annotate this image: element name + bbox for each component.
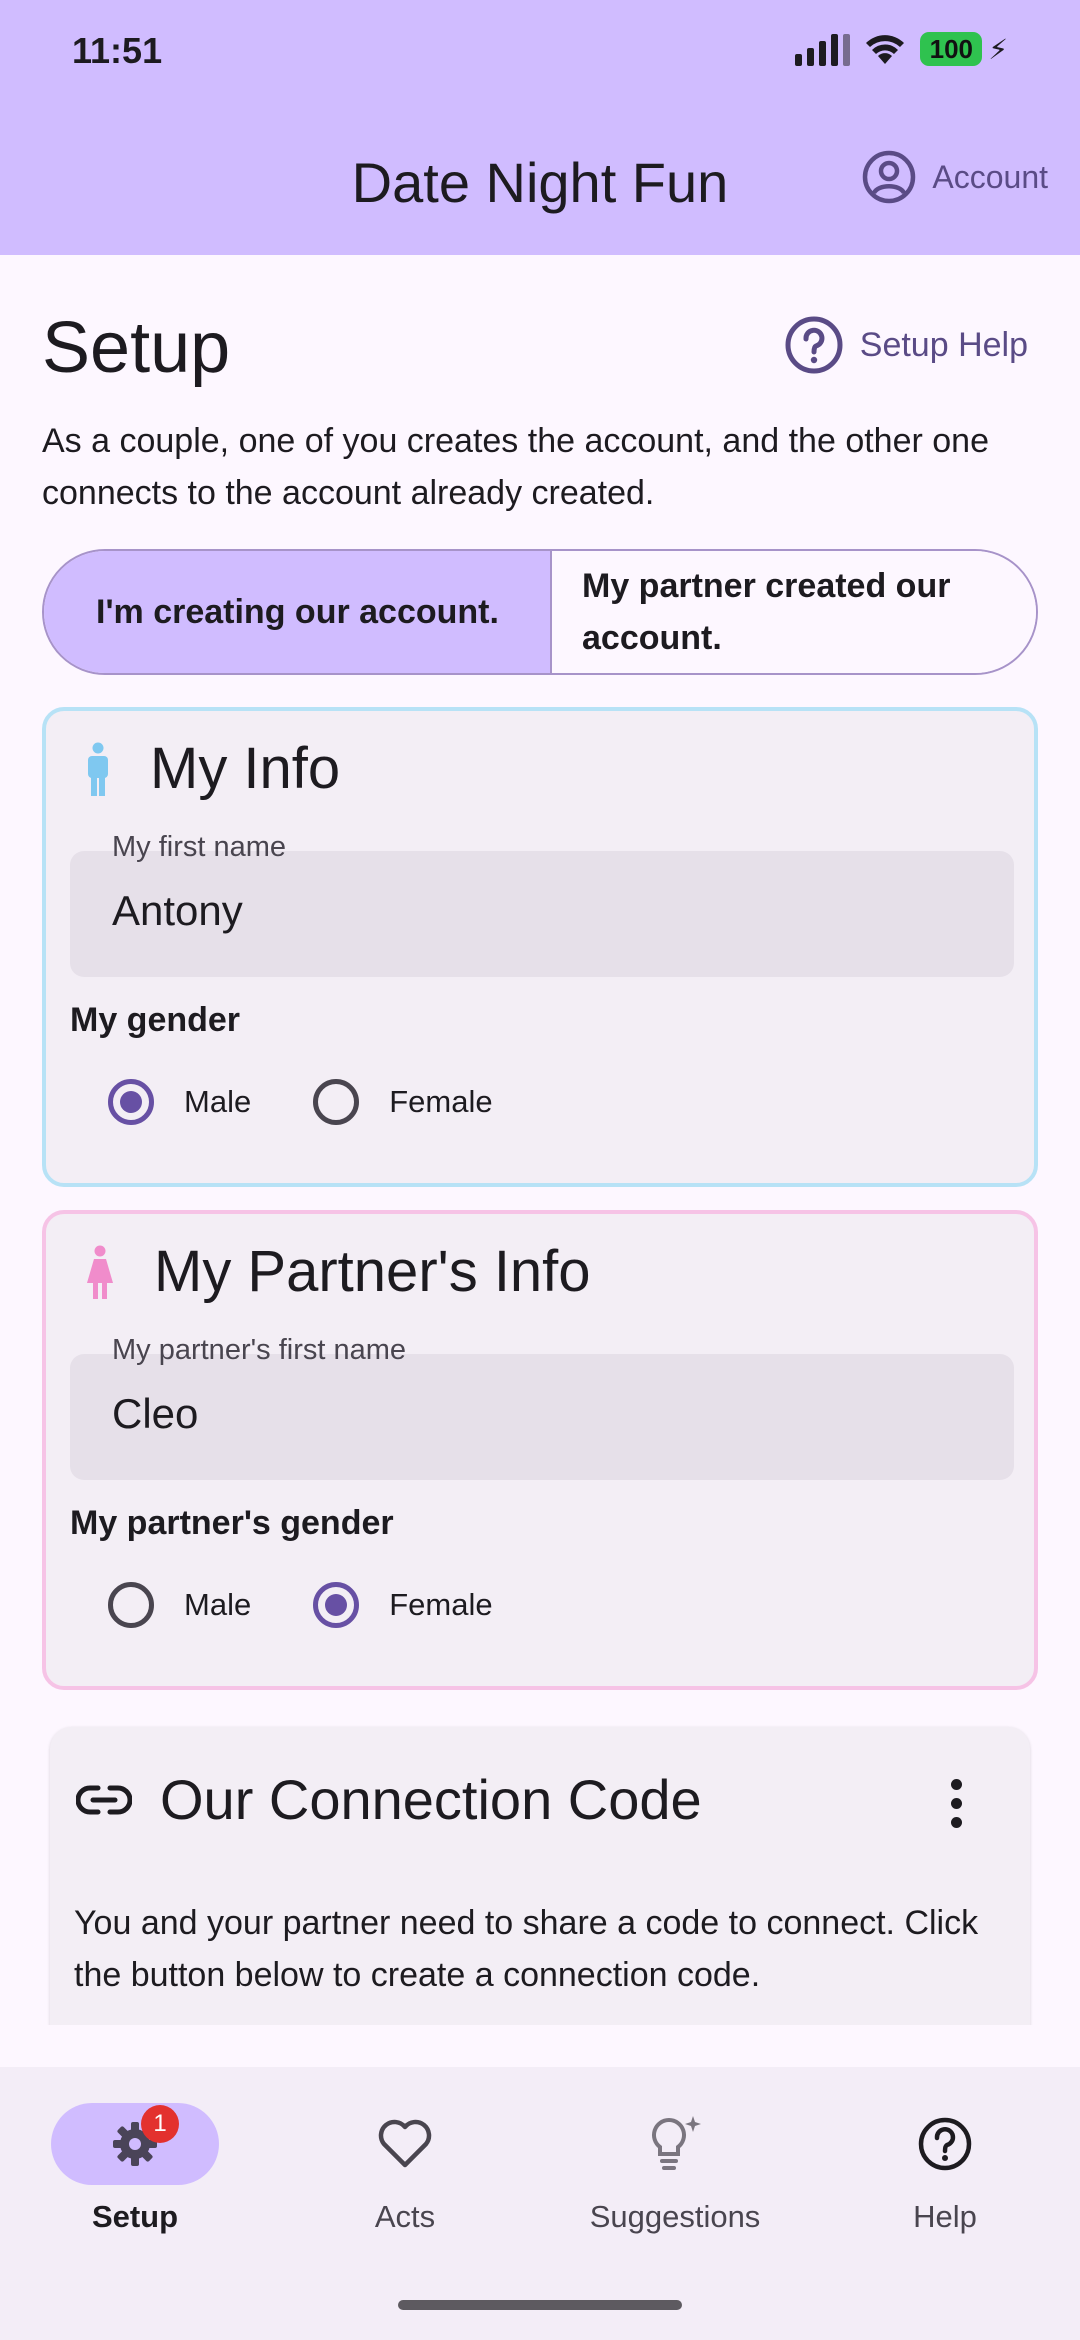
my-gender-label: My gender — [70, 1001, 241, 1039]
charging-icon: ⚡ — [988, 33, 1008, 65]
partner-gender-female-radio[interactable] — [313, 1582, 360, 1628]
my-first-name-label: My first name — [112, 831, 287, 863]
partner-first-name-value: Cleo — [112, 1390, 199, 1437]
nav-label-acts: Acts — [374, 2199, 436, 2234]
my-info-card: My Info My first name Antony My gender M… — [42, 707, 1038, 1187]
male-icon — [88, 742, 108, 796]
my-gender-female-option[interactable]: Female — [313, 1079, 493, 1125]
status-icons: 100 ⚡ — [795, 32, 1008, 66]
account-label: Account — [932, 158, 1048, 195]
my-first-name-field[interactable]: My first name Antony — [70, 831, 1014, 977]
nav-label-suggestions: Suggestions — [589, 2199, 761, 2234]
account-mode-selector: I'm creating our account. My partner cre… — [42, 549, 1038, 675]
nav-acts-indicator — [321, 2103, 489, 2185]
page-title: Setup — [42, 308, 231, 388]
my-gender-female-radio[interactable] — [313, 1079, 360, 1125]
partner-first-name-label: My partner's first name — [112, 1334, 407, 1366]
my-gender-female-label: Female — [389, 1084, 493, 1119]
my-gender-radio-group: Male Female — [108, 1079, 555, 1125]
nav-label-setup: Setup — [91, 2199, 179, 2234]
more-options-icon[interactable] — [951, 1779, 962, 1828]
nav-setup-indicator: 1 — [51, 2103, 219, 2185]
connection-code-header: Our Connection Code — [76, 1767, 702, 1832]
battery-icon: 100 — [920, 32, 983, 66]
nav-help-indicator — [861, 2103, 1029, 2185]
my-first-name-value: Antony — [112, 887, 243, 934]
partner-gender-male-option[interactable]: Male — [108, 1582, 251, 1628]
partner-gender-label: My partner's gender — [70, 1504, 394, 1542]
my-gender-male-option[interactable]: Male — [108, 1079, 251, 1125]
status-time: 11:51 — [72, 30, 163, 71]
nav-item-suggestions[interactable]: Suggestions — [540, 2103, 810, 2235]
connection-code-title: Our Connection Code — [160, 1768, 702, 1831]
segment-partner-created[interactable]: My partner created our account. — [552, 551, 1036, 673]
lightbulb-icon — [652, 2116, 701, 2170]
partner-gender-female-option[interactable]: Female — [313, 1582, 493, 1628]
link-icon — [76, 1785, 132, 1814]
intro-text: As a couple, one of you creates the acco… — [42, 422, 989, 512]
partner-gender-female-label: Female — [389, 1587, 493, 1622]
setup-badge: 1 — [141, 2105, 179, 2143]
help-icon — [918, 2117, 972, 2171]
account-button[interactable]: Account — [862, 150, 1048, 204]
help-icon — [785, 316, 843, 374]
app-bar: 11:51 100 ⚡ Date Night Fun Account — [0, 0, 1080, 255]
signal-icon — [795, 32, 851, 66]
partner-info-title: My Partner's Info — [154, 1239, 591, 1304]
my-gender-male-radio[interactable] — [108, 1079, 154, 1125]
setup-page: Setup Setup Help As a couple, one of you… — [0, 255, 1080, 2025]
setup-help-label: Setup Help — [859, 325, 1028, 364]
segment-creating-account[interactable]: I'm creating our account. — [44, 551, 552, 673]
partner-gender-male-radio[interactable] — [108, 1582, 154, 1628]
partner-info-card: My Partner's Info My partner's first nam… — [42, 1210, 1038, 1690]
setup-help-button[interactable]: Setup Help — [784, 315, 1028, 375]
partner-info-header: My Partner's Info — [86, 1238, 591, 1305]
nav-item-help[interactable]: Help — [810, 2103, 1080, 2235]
partner-gender-male-label: Male — [184, 1587, 252, 1622]
partner-gender-radio-group: Male Female — [108, 1582, 555, 1628]
my-gender-male-label: Male — [184, 1084, 252, 1119]
connection-code-text: You and your partner need to share a cod… — [74, 1904, 979, 1994]
heart-icon — [378, 2119, 432, 2168]
female-icon — [87, 1245, 113, 1299]
my-info-header: My Info — [86, 735, 340, 802]
home-indicator[interactable] — [398, 2300, 682, 2310]
nav-suggestions-indicator — [591, 2103, 759, 2185]
nav-item-acts[interactable]: Acts — [270, 2103, 540, 2235]
connection-code-card: Our Connection Code You and your partner… — [50, 1727, 1030, 2025]
wifi-icon — [866, 35, 905, 64]
nav-item-setup[interactable]: 1 Setup — [0, 2103, 270, 2235]
partner-first-name-field[interactable]: My partner's first name Cleo — [70, 1334, 1014, 1480]
account-circle-icon — [863, 150, 916, 204]
nav-label-help: Help — [913, 2199, 977, 2234]
my-info-title: My Info — [150, 736, 341, 801]
